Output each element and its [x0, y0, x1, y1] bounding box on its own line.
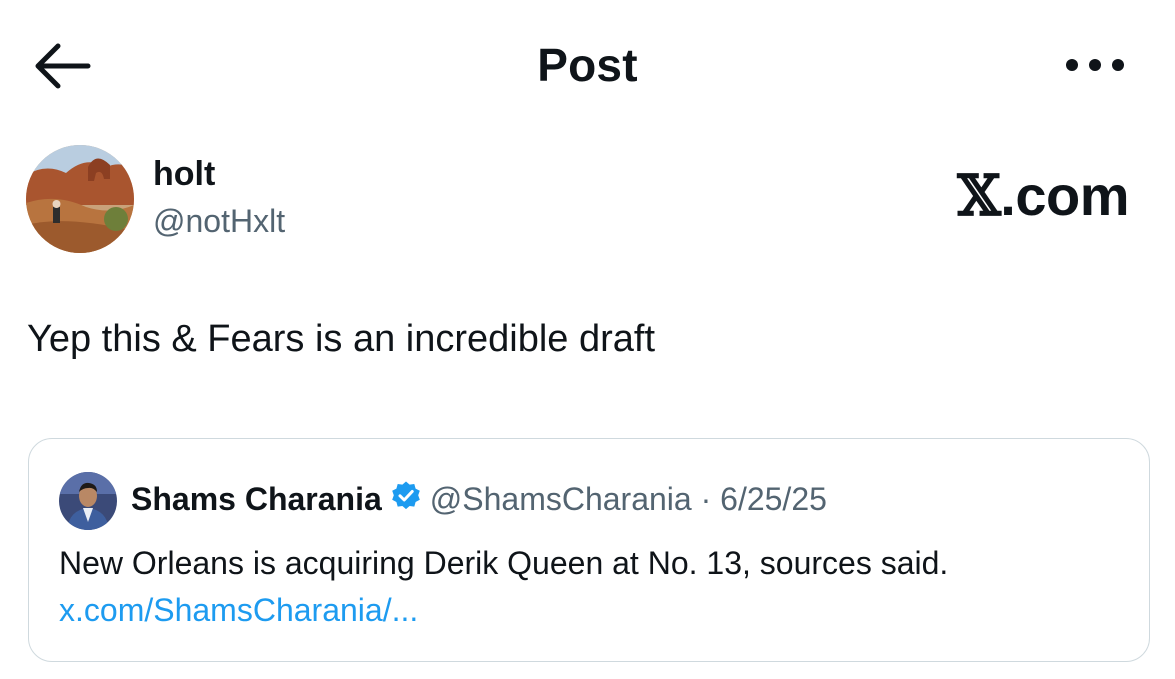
x-logo-mark: 𝕏 [957, 163, 1001, 229]
brand-logo: 𝕏.com [957, 163, 1129, 229]
page-title: Post [537, 39, 638, 91]
post-text: Yep this & Fears is an incredible draft [27, 318, 656, 360]
avatar-image [26, 145, 134, 253]
brand-domain: .com [1000, 164, 1129, 227]
author-handle[interactable]: @notHxlt [153, 203, 285, 240]
quoted-author-avatar[interactable] [59, 472, 117, 530]
quoted-post-card[interactable]: Shams Charania @ShamsCharania · 6/25/25 … [28, 438, 1150, 662]
quoted-post-text: New Orleans is acquiring Derik Queen at … [59, 545, 949, 581]
more-options-button[interactable] [1060, 50, 1130, 80]
author-avatar[interactable] [26, 145, 134, 253]
top-bar: Post [0, 0, 1175, 130]
quoted-post-date[interactable]: 6/25/25 [720, 481, 827, 517]
author-name[interactable]: holt [153, 155, 215, 194]
separator-dot-text: · [700, 481, 712, 518]
quoted-avatar-image [59, 472, 117, 530]
quoted-author-handle[interactable]: @ShamsCharania [430, 481, 692, 517]
verified-badge-icon [390, 480, 422, 520]
quoted-post-header: Shams Charania @ShamsCharania · 6/25/25 [131, 479, 827, 519]
quoted-author-name[interactable]: Shams Charania [131, 481, 382, 517]
more-horizontal-icon [1066, 59, 1124, 71]
quoted-post-link[interactable]: x.com/ShamsCharania/... [59, 592, 418, 629]
separator-dot: · [692, 481, 720, 517]
